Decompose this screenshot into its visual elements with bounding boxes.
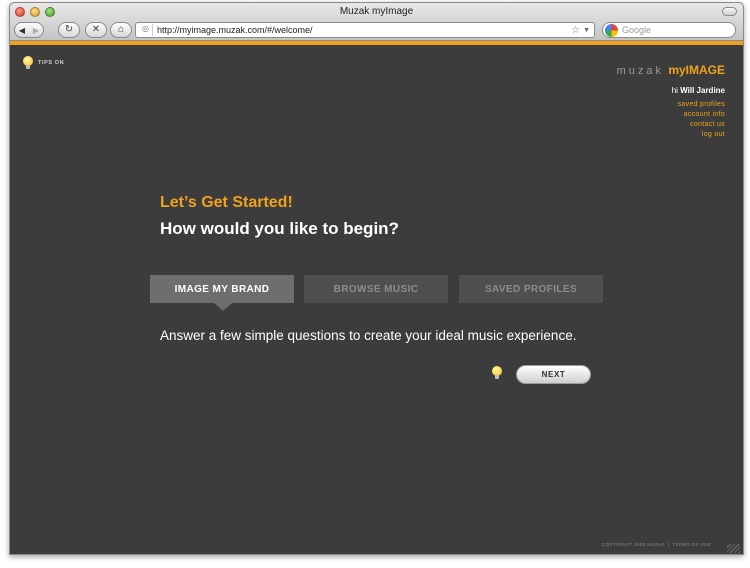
search-input[interactable]: Google <box>622 25 651 35</box>
back-forward-control: ◀ ▶ <box>14 22 44 38</box>
toolbar-toggle-button[interactable] <box>722 7 737 16</box>
brand-logo: muzak myIMAGE <box>617 63 725 77</box>
window-title: Muzak myImage <box>339 6 414 17</box>
copyright-text: COPYRIGHT 2008 MUZAK <box>601 542 665 547</box>
tab-description: Answer a few simple questions to create … <box>160 328 577 343</box>
log-out-link[interactable]: log out <box>678 130 725 140</box>
tips-label: TIPS ON <box>38 59 65 66</box>
tip-lightbulb-icon[interactable] <box>492 366 502 379</box>
user-menu: saved profiles account info contact us l… <box>678 100 725 140</box>
site-favicon-icon: ◎ <box>139 24 153 36</box>
contact-us-link[interactable]: contact us <box>678 120 725 130</box>
next-button[interactable]: NEXT <box>516 365 591 384</box>
back-arrow-icon[interactable]: ◀ <box>19 26 25 35</box>
user-greeting: hi Will Jardine <box>672 86 725 95</box>
bookmark-star-icon[interactable]: ☆ <box>571 25 580 36</box>
lightbulb-icon <box>23 56 33 69</box>
tips-toggle[interactable]: TIPS ON <box>23 56 64 69</box>
saved-profiles-link[interactable]: saved profiles <box>678 100 725 110</box>
google-search-icon[interactable] <box>605 23 618 37</box>
tab-saved-profiles[interactable]: SAVED PROFILES <box>459 275 603 303</box>
home-icon: ⌂ <box>117 24 125 35</box>
tab-image-my-brand[interactable]: IMAGE MY BRAND <box>150 275 294 303</box>
page-subtitle: How would you like to begin? <box>160 219 399 238</box>
resize-grip-icon[interactable] <box>727 544 740 553</box>
address-bar[interactable]: ◎ http://myimage.muzak.com/#/welcome/ ☆ … <box>135 22 595 38</box>
greeting-text: hi <box>671 86 678 95</box>
reload-icon: ↻ <box>64 24 74 35</box>
history-dropdown-icon[interactable]: ▼ <box>583 27 590 34</box>
home-button[interactable]: ⌂ <box>110 22 132 38</box>
terms-of-use-link[interactable]: TERMS OF USE <box>672 542 711 547</box>
user-name: Will Jardine <box>680 86 725 95</box>
footer: COPYRIGHT 2008 MUZAK | TERMS OF USE <box>602 542 711 547</box>
page-title: Let’s Get Started! <box>160 194 293 211</box>
forward-arrow-icon[interactable]: ▶ <box>33 26 39 35</box>
search-box[interactable]: Google <box>602 22 736 38</box>
browser-window: Muzak myImage ◀ ▶ ↻ ✕ ⌂ ◎ http://myimage… <box>9 2 744 555</box>
brand-logo-part2: myIMAGE <box>668 63 725 77</box>
active-tab-pointer <box>214 303 232 311</box>
brand-logo-part1: muzak <box>616 65 664 77</box>
footer-separator: | <box>667 542 670 547</box>
reload-button[interactable]: ↻ <box>58 22 80 38</box>
title-bar: Muzak myImage ◀ ▶ ↻ ✕ ⌂ ◎ http://myimage… <box>10 3 743 41</box>
page-content: TIPS ON muzak myIMAGE hi Will Jardine sa… <box>10 45 743 554</box>
stop-icon: ✕ <box>91 24 101 35</box>
account-info-link[interactable]: account info <box>678 110 725 120</box>
address-text[interactable]: http://myimage.muzak.com/#/welcome/ <box>157 25 571 35</box>
stop-button[interactable]: ✕ <box>85 22 107 38</box>
browser-toolbar: ◀ ▶ ↻ ✕ ⌂ ◎ http://myimage.muzak.com/#/w… <box>10 21 743 40</box>
tab-browse-music[interactable]: BROWSE MUSIC <box>304 275 448 303</box>
